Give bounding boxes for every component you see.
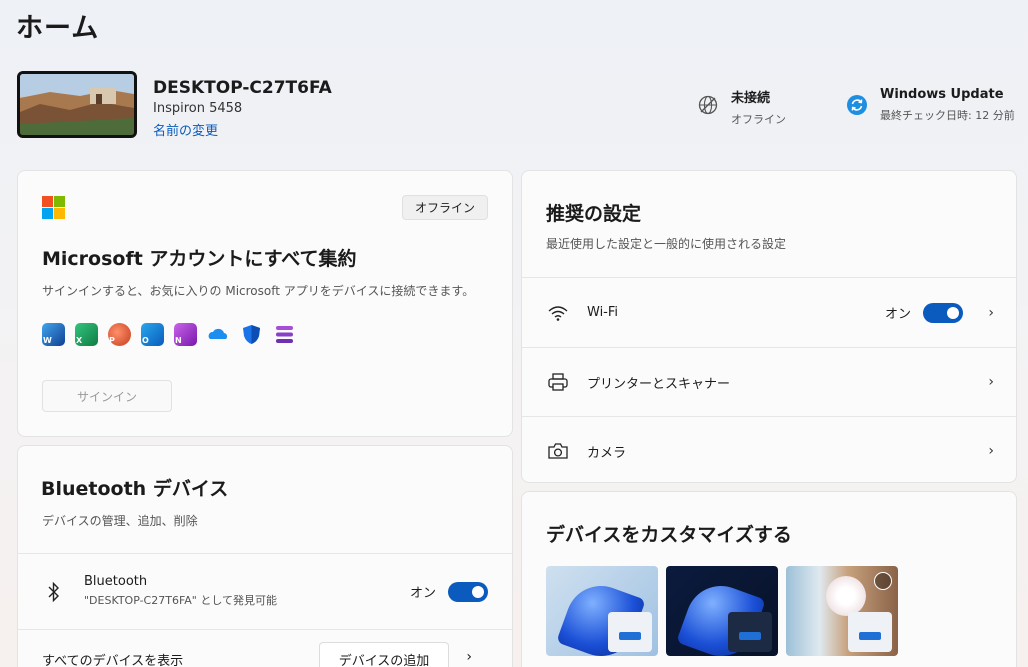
landscape-image: [20, 74, 134, 135]
chevron-right-icon[interactable]: ›: [988, 374, 994, 390]
recommended-card-description: 最近使用した設定と一般的に使用される設定: [546, 237, 787, 251]
wifi-row[interactable]: Wi-Fi オン ›: [522, 277, 1016, 347]
network-status[interactable]: 未接続 オフライン: [697, 87, 786, 127]
chevron-right-icon[interactable]: ›: [988, 443, 994, 459]
camera-row[interactable]: カメラ ›: [522, 416, 1016, 482]
printers-scanners-label: プリンターとスキャナー: [587, 376, 731, 392]
bluetooth-footer-row: すべてのデバイスを表示 デバイスの追加 ›: [18, 629, 512, 667]
wifi-icon: [546, 301, 570, 325]
theme-thumbnail-dark[interactable]: [666, 566, 778, 656]
bluetooth-toggle[interactable]: [448, 581, 488, 602]
device-model: Inspiron 5458: [153, 101, 243, 116]
onenote-icon: N: [174, 323, 197, 346]
powerpoint-icon: P: [108, 323, 131, 346]
offline-badge: オフライン: [401, 195, 488, 220]
view-all-devices-link[interactable]: すべてのデバイスを表示: [42, 650, 183, 667]
windows-update-subtitle: 最終チェック日時: 12 分前: [880, 109, 1015, 122]
add-device-button[interactable]: デバイスの追加: [319, 642, 449, 667]
windows-update-title: Windows Update: [880, 87, 1004, 102]
device-name: DESKTOP-C27T6FA: [153, 78, 332, 98]
theme-thumbnail-flower[interactable]: [786, 566, 898, 656]
recommended-settings-card: 推奨の設定 最近使用した設定と一般的に使用される設定 Wi-Fi オン › プリ…: [521, 170, 1017, 483]
network-status-title: 未接続: [731, 91, 771, 106]
excel-icon: X: [75, 323, 98, 346]
word-icon: W: [42, 323, 65, 346]
account-card-description: サインインすると、お気に入りの Microsoft アプリをデバイスに接続できま…: [42, 284, 475, 298]
device-wallpaper-thumbnail[interactable]: [17, 71, 137, 138]
taskbar-preview: [608, 612, 652, 652]
camera-label: カメラ: [587, 445, 627, 461]
wifi-label: Wi-Fi: [587, 305, 619, 320]
bluetooth-toggle-label: オン: [409, 586, 436, 601]
bluetooth-devices-card: Bluetooth デバイス デバイスの管理、追加、削除 Bluetooth "…: [17, 445, 513, 667]
rename-link[interactable]: 名前の変更: [153, 120, 218, 139]
bluetooth-subtitle: "DESKTOP-C27T6FA" として発見可能: [84, 594, 278, 607]
spotlight-icon: [874, 572, 892, 590]
page-title: ホーム: [16, 13, 100, 44]
windows-update-status[interactable]: Windows Update 最終チェック日時: 12 分前: [846, 87, 1015, 123]
taskbar-preview: [848, 612, 892, 652]
taskbar-preview: [728, 612, 772, 652]
clipchamp-icon: [273, 323, 296, 346]
theme-thumbnail-light[interactable]: [546, 566, 658, 656]
camera-icon: [546, 439, 570, 463]
bluetooth-row[interactable]: Bluetooth "DESKTOP-C27T6FA" として発見可能 オン: [18, 553, 512, 629]
microsoft-logo-icon: [42, 196, 65, 223]
bluetooth-card-heading: Bluetooth デバイス: [41, 478, 229, 500]
customize-card-heading: デバイスをカスタマイズする: [546, 524, 792, 546]
printers-scanners-row[interactable]: プリンターとスキャナー ›: [522, 347, 1016, 416]
bluetooth-title: Bluetooth: [84, 574, 148, 589]
microsoft-app-icons: W X P O N: [42, 323, 296, 346]
wifi-toggle-label: オン: [884, 307, 911, 322]
flower-image: [826, 576, 866, 616]
bluetooth-icon: [42, 580, 66, 604]
bluetooth-card-description: デバイスの管理、追加、削除: [42, 514, 198, 528]
defender-icon: [240, 323, 263, 346]
network-status-subtitle: オフライン: [731, 113, 786, 126]
printer-icon: [546, 370, 570, 394]
outlook-icon: O: [141, 323, 164, 346]
chevron-right-icon[interactable]: ›: [466, 649, 472, 665]
globe-icon: [697, 94, 719, 116]
account-card-heading: Microsoft アカウントにすべて集約: [42, 248, 357, 270]
chevron-right-icon[interactable]: ›: [988, 305, 994, 321]
onedrive-icon: [207, 323, 230, 346]
recommended-card-heading: 推奨の設定: [546, 203, 642, 225]
signin-button[interactable]: サインイン: [42, 380, 172, 412]
wifi-toggle[interactable]: [923, 302, 963, 323]
sync-icon: [846, 94, 868, 116]
